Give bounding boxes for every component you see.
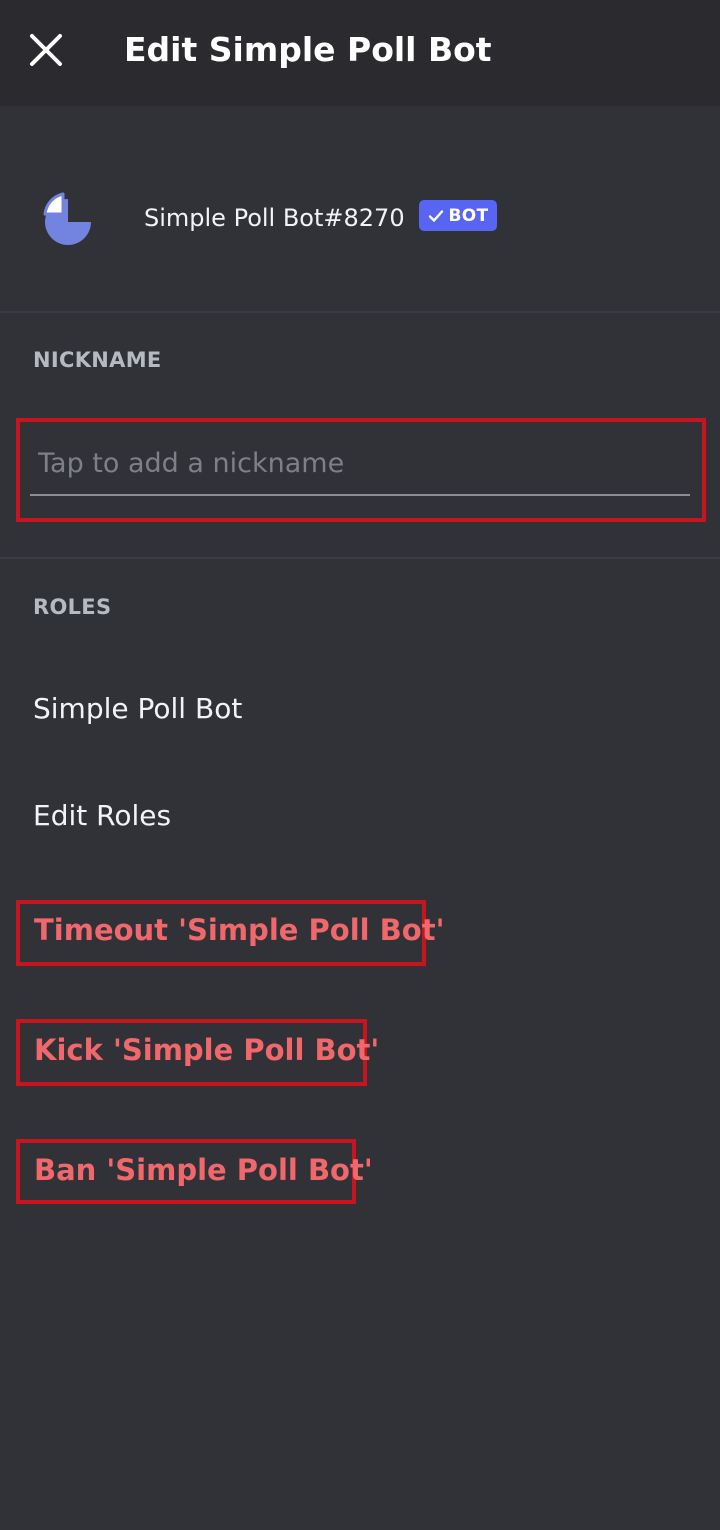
poll-chart-icon — [43, 192, 91, 245]
kick-button[interactable]: Kick 'Simple Poll Bot' — [34, 1033, 379, 1067]
edit-roles-button[interactable]: Edit Roles — [33, 799, 171, 832]
top-app-bar: Edit Simple Poll Bot — [0, 0, 720, 106]
nickname-section-label: NICKNAME — [33, 348, 162, 372]
check-icon — [428, 209, 443, 222]
page-title: Edit Simple Poll Bot — [124, 30, 492, 69]
member-profile: Simple Poll Bot#8270 BOT — [0, 106, 720, 312]
nickname-input[interactable] — [30, 432, 690, 496]
timeout-button[interactable]: Timeout 'Simple Poll Bot' — [34, 913, 444, 947]
roles-section-label: ROLES — [33, 595, 112, 619]
ban-button[interactable]: Ban 'Simple Poll Bot' — [34, 1153, 373, 1187]
close-icon — [30, 34, 62, 66]
username: Simple Poll Bot#8270 — [144, 204, 405, 232]
bot-badge: BOT — [419, 200, 497, 231]
divider — [0, 311, 720, 313]
close-button[interactable] — [22, 26, 70, 74]
role-simple-poll-bot[interactable]: Simple Poll Bot — [33, 692, 242, 725]
divider — [0, 557, 720, 559]
bot-badge-label: BOT — [448, 205, 489, 226]
